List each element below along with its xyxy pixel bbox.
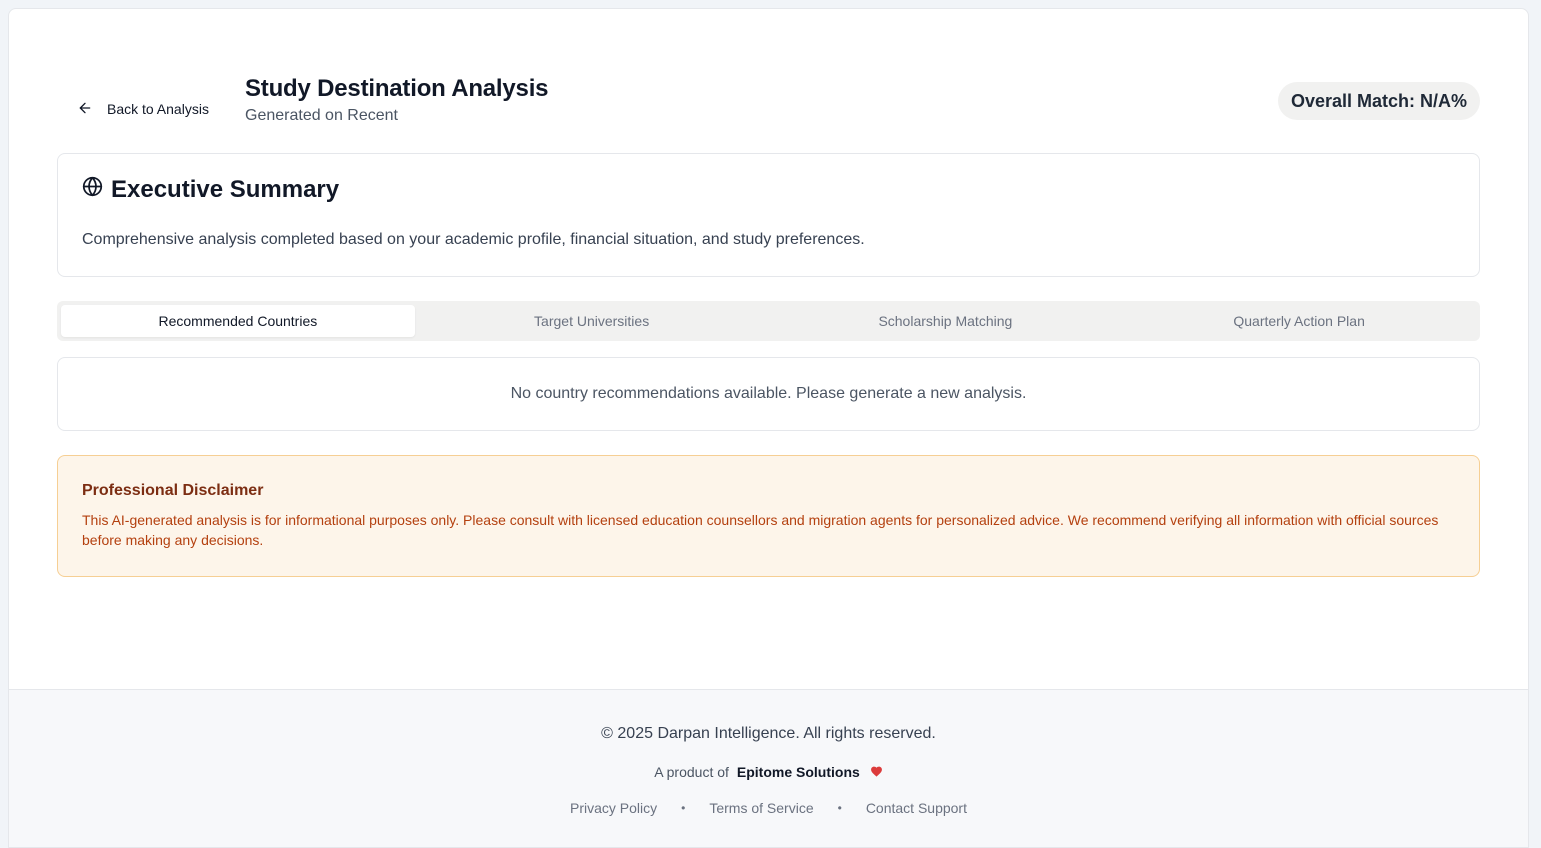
tab-quarterly-action-plan[interactable]: Quarterly Action Plan [1122,305,1476,337]
tab-target-universities[interactable]: Target Universities [415,305,769,337]
overall-match-badge: Overall Match: N/A% [1277,82,1480,120]
empty-state-message: No country recommendations available. Pl… [510,385,1027,402]
product-credit: A product of Epitome Solutions [9,764,1528,780]
app-frame: Back to Analysis Study Destination Analy… [8,8,1529,848]
disclaimer-title: Professional Disclaimer [82,482,264,499]
separator-dot: • [837,801,842,815]
copyright-text: © 2025 Darpan Intelligence. All rights r… [601,725,936,742]
professional-disclaimer: Professional Disclaimer This AI-generate… [57,455,1480,577]
summary-heading: Executive Summary [111,176,340,203]
tab-scholarship-matching[interactable]: Scholarship Matching [769,305,1123,337]
summary-text: Comprehensive analysis completed based o… [82,231,865,248]
countries-empty-state: No country recommendations available. Pl… [57,357,1480,431]
title-block: Study Destination Analysis Generated on … [245,75,549,125]
terms-of-service-link[interactable]: Terms of Service [709,800,813,816]
analysis-tabs: Recommended Countries Target Universitie… [57,301,1480,341]
executive-summary-card: Executive Summary Comprehensive analysis… [57,153,1480,277]
contact-support-link[interactable]: Contact Support [866,800,967,816]
product-prefix: A product of [654,764,729,780]
tab-recommended-countries[interactable]: Recommended Countries [61,305,415,337]
page-subtitle: Generated on Recent [245,107,398,124]
arrow-left-icon [77,100,93,119]
back-button-label: Back to Analysis [107,101,209,117]
privacy-policy-link[interactable]: Privacy Policy [570,800,657,816]
back-to-analysis-button[interactable]: Back to Analysis [65,89,237,129]
page-title: Study Destination Analysis [245,75,549,102]
footer: © 2025 Darpan Intelligence. All rights r… [9,689,1528,847]
product-brand: Epitome Solutions [736,764,860,780]
separator-dot: • [681,801,686,815]
heart-icon [870,764,883,780]
disclaimer-text: This AI-generated analysis is for inform… [82,512,1439,548]
footer-links: Privacy Policy • Terms of Service • Cont… [9,800,1528,816]
globe-icon [82,176,103,204]
summary-heading-row: Executive Summary [82,176,339,204]
